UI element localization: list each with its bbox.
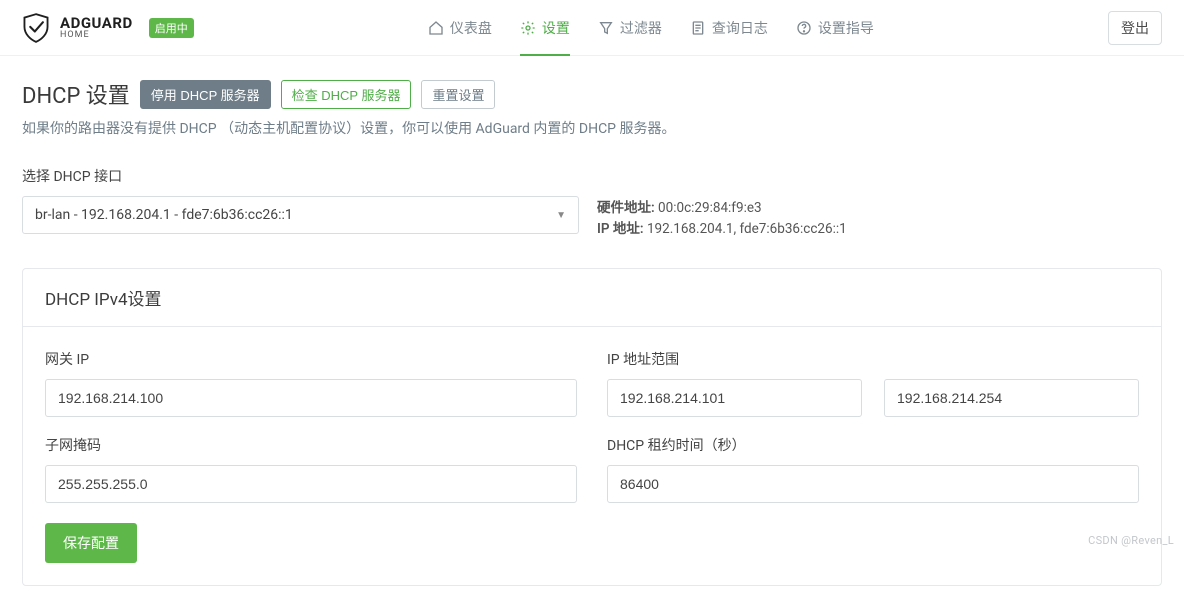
ipv4-card: DHCP IPv4设置 网关 IP IP 地址范围 子网掩码 <box>22 268 1162 586</box>
page-subtitle: 如果你的路由器没有提供 DHCP （动态主机配置协议）设置，你可以使用 AdGu… <box>22 118 1162 138</box>
iface-info: 硬件地址: 00:0c:29:84:f9:e3 IP 地址: 192.168.2… <box>597 196 847 240</box>
range-field: IP 地址范围 <box>607 349 1139 417</box>
shield-icon <box>22 13 50 43</box>
lease-field: DHCP 租约时间（秒） <box>607 435 1139 503</box>
nav-guide[interactable]: 设置指导 <box>796 0 874 56</box>
top-header: ADGUARD HOME 启用中 仪表盘 设置 过滤器 <box>0 0 1184 56</box>
nav-guide-label: 设置指导 <box>818 18 874 38</box>
logs-icon <box>690 20 706 36</box>
ip-label: IP 地址: <box>597 221 644 237</box>
top-nav: 仪表盘 设置 过滤器 查询日志 设置指导 <box>194 0 1108 56</box>
gateway-label: 网关 IP <box>45 349 577 369</box>
watermark: CSDN @Reven_L <box>1088 534 1174 547</box>
reset-button[interactable]: 重置设置 <box>421 80 495 109</box>
hw-value: 00:0c:29:84:f9:e3 <box>658 200 762 216</box>
status-badge: 启用中 <box>149 18 194 38</box>
dashboard-icon <box>428 20 444 36</box>
brand-sub: HOME <box>60 31 133 40</box>
lease-label: DHCP 租约时间（秒） <box>607 435 1139 455</box>
interface-select[interactable]: br-lan - 192.168.204.1 - fde7:6b36:cc26:… <box>22 196 579 234</box>
card-title: DHCP IPv4设置 <box>23 269 1161 327</box>
subnet-input[interactable] <box>45 465 577 503</box>
save-button[interactable]: 保存配置 <box>45 523 137 563</box>
chevron-down-icon: ▼ <box>556 210 566 221</box>
page-content: DHCP 设置 停用 DHCP 服务器 检查 DHCP 服务器 重置设置 如果你… <box>0 56 1184 616</box>
lease-input[interactable] <box>607 465 1139 503</box>
nav-filters[interactable]: 过滤器 <box>598 0 662 56</box>
logout-button[interactable]: 登出 <box>1108 11 1162 45</box>
filter-icon <box>598 20 614 36</box>
gateway-field: 网关 IP <box>45 349 577 417</box>
range-label: IP 地址范围 <box>607 349 1139 369</box>
nav-settings[interactable]: 设置 <box>520 0 570 56</box>
title-row: DHCP 设置 停用 DHCP 服务器 检查 DHCP 服务器 重置设置 <box>22 78 1162 110</box>
help-icon <box>796 20 812 36</box>
interface-select-value: br-lan - 192.168.204.1 - fde7:6b36:cc26:… <box>35 207 293 223</box>
page-title: DHCP 设置 <box>22 78 130 110</box>
range-start-input[interactable] <box>607 379 862 417</box>
nav-filters-label: 过滤器 <box>620 18 662 38</box>
subnet-field: 子网掩码 <box>45 435 577 503</box>
nav-settings-label: 设置 <box>542 18 570 38</box>
nav-logs[interactable]: 查询日志 <box>690 0 768 56</box>
nav-logs-label: 查询日志 <box>712 18 768 38</box>
subnet-label: 子网掩码 <box>45 435 577 455</box>
hw-label: 硬件地址: <box>597 200 655 216</box>
disable-dhcp-button[interactable]: 停用 DHCP 服务器 <box>140 80 271 109</box>
ip-value: 192.168.204.1, fde7:6b36:cc26::1 <box>647 221 847 237</box>
nav-dashboard[interactable]: 仪表盘 <box>428 0 492 56</box>
iface-row: br-lan - 192.168.204.1 - fde7:6b36:cc26:… <box>22 196 1162 240</box>
brand-name: ADGUARD <box>60 16 133 31</box>
brand: ADGUARD HOME 启用中 <box>22 13 194 43</box>
iface-label: 选择 DHCP 接口 <box>22 166 1162 186</box>
gear-icon <box>520 20 536 36</box>
range-end-input[interactable] <box>884 379 1139 417</box>
nav-dashboard-label: 仪表盘 <box>450 18 492 38</box>
check-dhcp-button[interactable]: 检查 DHCP 服务器 <box>281 80 412 109</box>
gateway-input[interactable] <box>45 379 577 417</box>
